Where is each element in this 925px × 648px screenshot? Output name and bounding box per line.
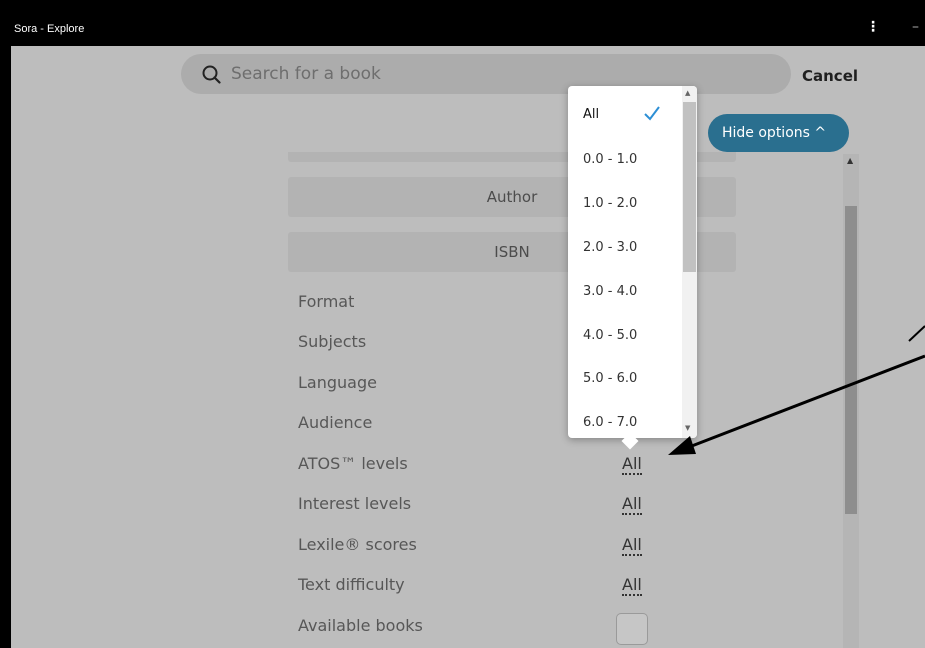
- annotation-arrow-icon: [668, 325, 925, 455]
